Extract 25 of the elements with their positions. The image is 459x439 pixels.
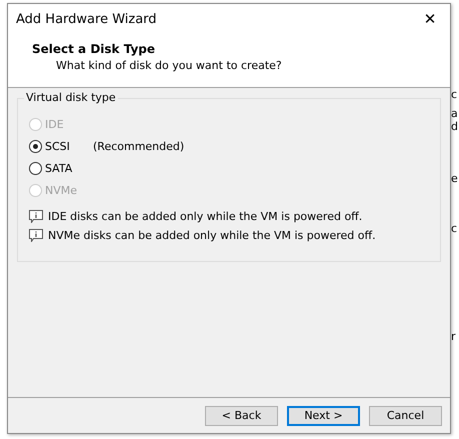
radio-label: IDE [45, 118, 65, 130]
radio-label: SATA [45, 162, 74, 174]
background-text: a [451, 107, 458, 120]
group-title: Virtual disk type [24, 91, 118, 104]
window-title: Add Hardware Wizard [16, 12, 157, 26]
page-subtitle: What kind of disk do you want to create? [55, 59, 283, 72]
radio-label: SCSI [45, 140, 71, 152]
background-text: c [451, 88, 458, 101]
radio-button[interactable] [29, 140, 42, 152]
radio-label: NVMe [45, 184, 78, 196]
background-text: r [451, 330, 456, 343]
dialog-button[interactable]: < Back [205, 406, 278, 426]
background-text: d [451, 120, 458, 133]
close-button[interactable]: ✕ [410, 10, 450, 28]
background-text: c [451, 222, 458, 235]
dialog-button[interactable]: Next > [287, 406, 360, 426]
info-note: NVMe disks can be added only while the VM is powered off. [48, 229, 376, 242]
background-text: e [451, 172, 458, 185]
page-title: Select a Disk Type [32, 42, 156, 56]
info-note: IDE disks can be added only while the VM is powered off. [48, 210, 362, 223]
dialog-button[interactable]: Cancel [369, 406, 442, 426]
recommended-note: (Recommended) [93, 140, 184, 152]
radio-button[interactable] [29, 162, 42, 174]
info-message-icon [29, 229, 43, 242]
info-message-icon [29, 210, 43, 223]
